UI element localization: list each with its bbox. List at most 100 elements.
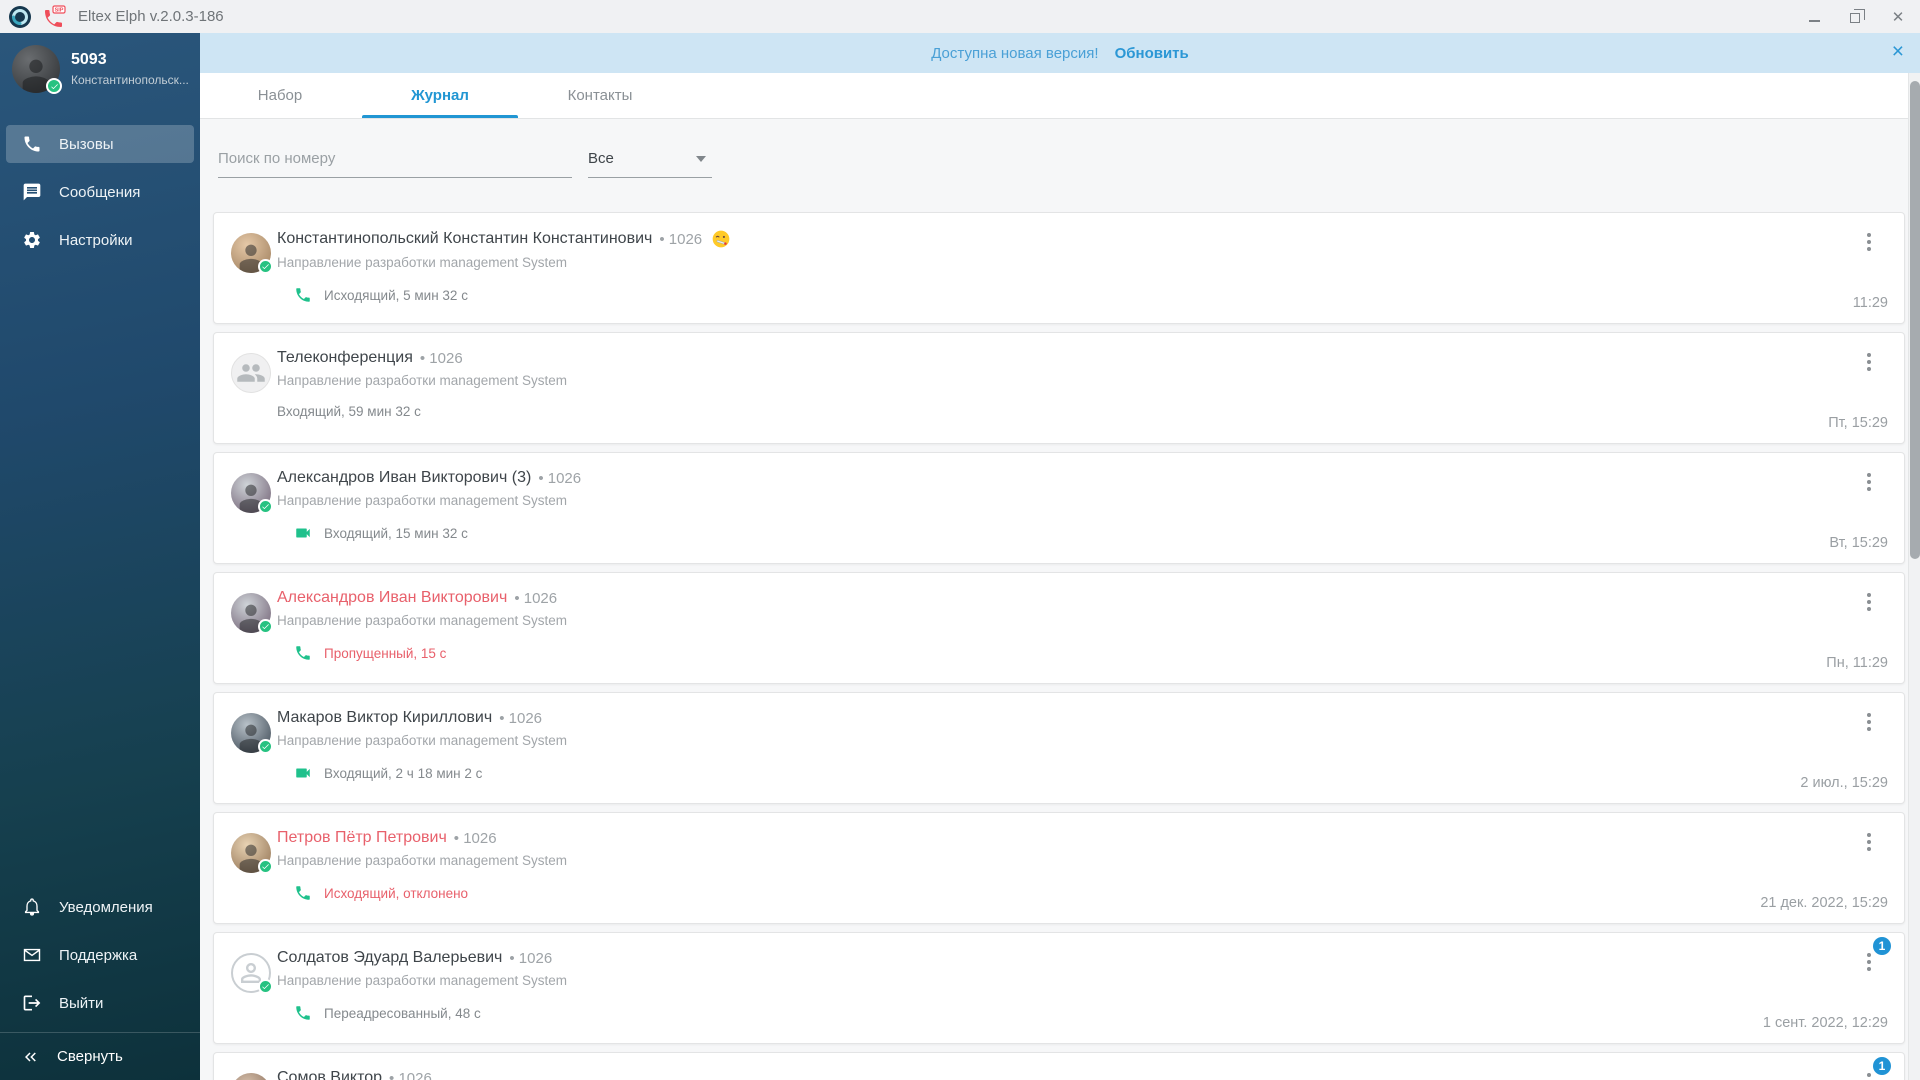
call-journal-list: Константинопольский Константин Константи… [200, 178, 1920, 1080]
more-menu-button[interactable] [1858, 349, 1880, 375]
sidebar-nav: Вызовы Сообщения Настройки [0, 125, 200, 269]
contact-department: Направление разработки management System [277, 373, 1784, 388]
update-link[interactable]: Обновить [1115, 45, 1189, 62]
sidebar-item-calls[interactable]: Вызовы [6, 125, 194, 163]
face-with-thermometer-emoji [711, 229, 731, 249]
phone-call-icon [294, 286, 312, 304]
contact-name: Петров Пётр Петрович [277, 829, 447, 847]
call-entry[interactable]: Солдатов Эдуард Валерьевич • 1026 Направ… [213, 932, 1905, 1044]
sidebar: 5093 Константинопольск... Вызовы Сообщен… [0, 33, 200, 1080]
more-menu-button[interactable] [1858, 229, 1880, 255]
call-info: Исходящий, отклонено [324, 886, 468, 901]
search-input[interactable] [218, 140, 572, 178]
phone-call-icon [294, 644, 312, 662]
avatar [231, 473, 271, 513]
call-time: 11:29 [1853, 295, 1888, 311]
online-status-icon [258, 859, 273, 874]
collapse-icon [22, 1048, 40, 1066]
window-titlebar: SIP Eltex Elph v.2.0.3-186 ✕ [0, 0, 1920, 33]
call-time: 21 дек. 2022, 15:29 [1760, 895, 1888, 911]
collapse-sidebar-button[interactable]: Свернуть [0, 1032, 200, 1080]
sidebar-item-support[interactable]: Поддержка [6, 936, 194, 974]
call-entry[interactable]: Александров Иван Викторович (3) • 1026 Н… [213, 452, 1905, 564]
call-time: 1 сент. 2022, 12:29 [1763, 1015, 1888, 1031]
contact-department: Направление разработки management System [277, 733, 1784, 748]
window-title: Eltex Elph v.2.0.3-186 [78, 8, 224, 25]
svg-text:SIP: SIP [55, 7, 64, 13]
online-status-icon [258, 979, 273, 994]
scrollbar-thumb[interactable] [1910, 81, 1920, 559]
filter-row: Все [218, 140, 1920, 178]
minimize-button[interactable] [1806, 9, 1822, 25]
user-profile[interactable]: 5093 Константинопольск... [0, 33, 200, 103]
sidebar-item-label: Уведомления [59, 899, 153, 916]
unread-count-badge: 1 [1873, 937, 1891, 955]
sidebar-item-label: Вызовы [59, 136, 114, 153]
user-avatar [12, 45, 60, 93]
online-status-icon [258, 499, 273, 514]
mail-icon [22, 945, 42, 965]
chevron-down-icon [696, 156, 706, 162]
sidebar-item-notifications[interactable]: Уведомления [6, 888, 194, 926]
contact-number: 1026 [519, 950, 552, 967]
main-area: Доступна новая версия! Обновить × Набор … [200, 33, 1920, 1080]
call-time: 2 июл., 15:29 [1800, 775, 1888, 791]
user-name: Константинопольск... [71, 73, 189, 87]
avatar [231, 713, 271, 753]
call-time: Пн, 11:29 [1826, 655, 1888, 671]
avatar [231, 593, 271, 633]
more-menu-button[interactable] [1858, 709, 1880, 735]
video-call-icon [294, 524, 312, 542]
call-entry[interactable]: Телеконференция • 1026 Направление разра… [213, 332, 1905, 444]
call-entry[interactable]: Макаров Виктор Кириллович • 1026 Направл… [213, 692, 1905, 804]
avatar [231, 233, 271, 273]
contact-number: 1026 [398, 1070, 431, 1080]
contact-name: Александров Иван Викторович (3) [277, 469, 531, 487]
call-filter-select[interactable]: Все [588, 140, 712, 178]
banner-text: Доступна новая версия! [931, 45, 1098, 62]
conference-icon [236, 358, 266, 388]
contact-department: Направление разработки management System [277, 853, 1784, 868]
phone-call-icon [294, 1004, 312, 1022]
avatar [231, 833, 271, 873]
call-info: Переадресованный, 48 с [324, 1006, 481, 1021]
more-menu-button[interactable] [1858, 589, 1880, 615]
call-info: Входящий, 15 мин 32 с [324, 526, 468, 541]
sidebar-item-label: Выйти [59, 995, 103, 1012]
avatar [231, 1073, 271, 1080]
more-menu-button[interactable] [1858, 469, 1880, 495]
call-time: Пт, 15:29 [1828, 415, 1888, 431]
close-window-button[interactable]: ✕ [1890, 9, 1906, 25]
contact-name: Макаров Виктор Кириллович [277, 709, 492, 727]
contact-department: Направление разработки management System [277, 255, 1784, 270]
banner-close-icon[interactable]: × [1892, 41, 1904, 62]
call-entry[interactable]: Петров Пётр Петрович • 1026 Направление … [213, 812, 1905, 924]
call-info: Входящий, 59 мин 32 с [277, 404, 421, 419]
call-entry[interactable]: Сомов Виктор • 1026 1 [213, 1052, 1905, 1080]
contact-number: 1026 [509, 710, 542, 727]
sidebar-item-label: Сообщения [59, 184, 140, 201]
unread-count-badge: 1 [1873, 1057, 1891, 1075]
call-info: Входящий, 2 ч 18 мин 2 с [324, 766, 482, 781]
contact-number: 1026 [524, 590, 557, 607]
call-entry[interactable]: Александров Иван Викторович • 1026 Напра… [213, 572, 1905, 684]
online-status-icon [258, 739, 273, 754]
sidebar-item-logout[interactable]: Выйти [6, 984, 194, 1022]
call-entry[interactable]: Константинопольский Константин Константи… [213, 212, 1905, 324]
user-number: 5093 [71, 51, 189, 69]
sidebar-item-settings[interactable]: Настройки [6, 221, 194, 259]
contact-name: Солдатов Эдуард Валерьевич [277, 949, 502, 967]
online-status-icon [258, 259, 273, 274]
tab-journal[interactable]: Журнал [360, 73, 520, 118]
more-menu-button[interactable] [1858, 829, 1880, 855]
phone-call-icon [294, 884, 312, 902]
sidebar-item-messages[interactable]: Сообщения [6, 173, 194, 211]
tab-dialpad[interactable]: Набор [200, 73, 360, 118]
vertical-scrollbar [1908, 73, 1920, 1080]
sidebar-item-label: Настройки [59, 232, 133, 249]
contact-number: 1026 [669, 231, 702, 248]
contact-number: 1026 [548, 470, 581, 487]
restore-button[interactable] [1848, 9, 1864, 25]
sidebar-item-label: Поддержка [59, 947, 137, 964]
tab-contacts[interactable]: Контакты [520, 73, 680, 118]
